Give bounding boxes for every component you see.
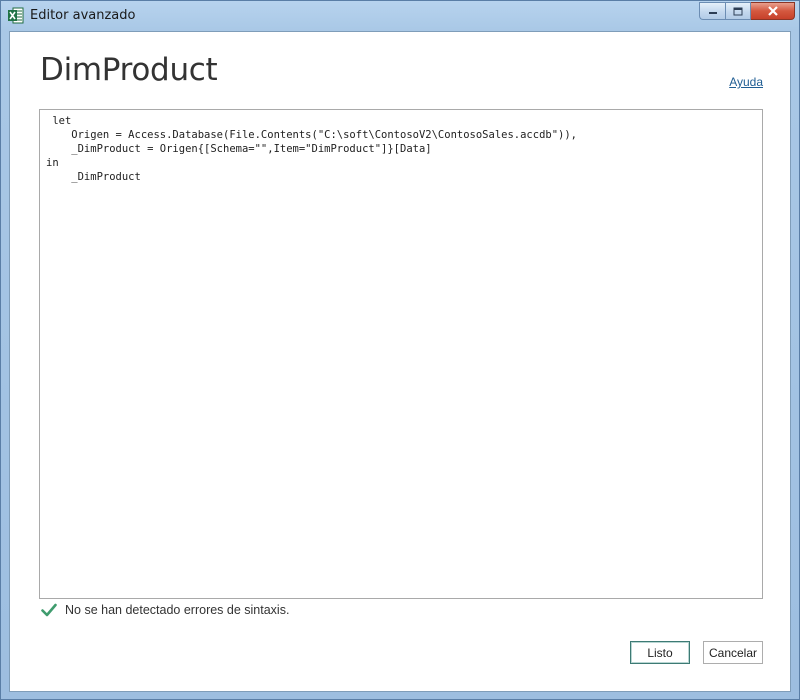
minimize-button[interactable] (699, 2, 725, 20)
excel-icon (8, 7, 24, 24)
minimize-icon (708, 12, 717, 14)
code-line: _DimProduct = Origen{[Schema="",Item="Di… (46, 143, 432, 155)
close-icon (767, 6, 778, 16)
done-button[interactable]: Listo (630, 641, 690, 664)
code-line: in (46, 157, 59, 169)
cancel-button[interactable]: Cancelar (703, 641, 763, 664)
close-button[interactable] (751, 2, 795, 20)
title-bar[interactable]: Editor avanzado (1, 1, 799, 31)
maximize-icon (733, 7, 743, 15)
code-line: _DimProduct (46, 171, 141, 183)
window-title: Editor avanzado (30, 8, 136, 23)
code-line: Origen = Access.Database(File.Contents("… (46, 129, 578, 141)
help-link[interactable]: Ayuda (729, 75, 763, 89)
syntax-status: No se han detectado errores de sintaxis. (41, 603, 289, 617)
editor-window: Editor avanzado DimProduct Ayuda let Ori… (0, 0, 800, 700)
code-editor[interactable]: let Origen = Access.Database(File.Conten… (39, 109, 763, 599)
code-line: let (46, 115, 72, 127)
checkmark-icon (41, 603, 57, 617)
status-text: No se han detectado errores de sintaxis. (65, 603, 290, 617)
dialog-body: DimProduct Ayuda let Origen = Access.Dat… (9, 31, 791, 692)
maximize-button[interactable] (725, 2, 751, 20)
page-title: DimProduct (40, 52, 218, 88)
window-controls (699, 2, 795, 22)
